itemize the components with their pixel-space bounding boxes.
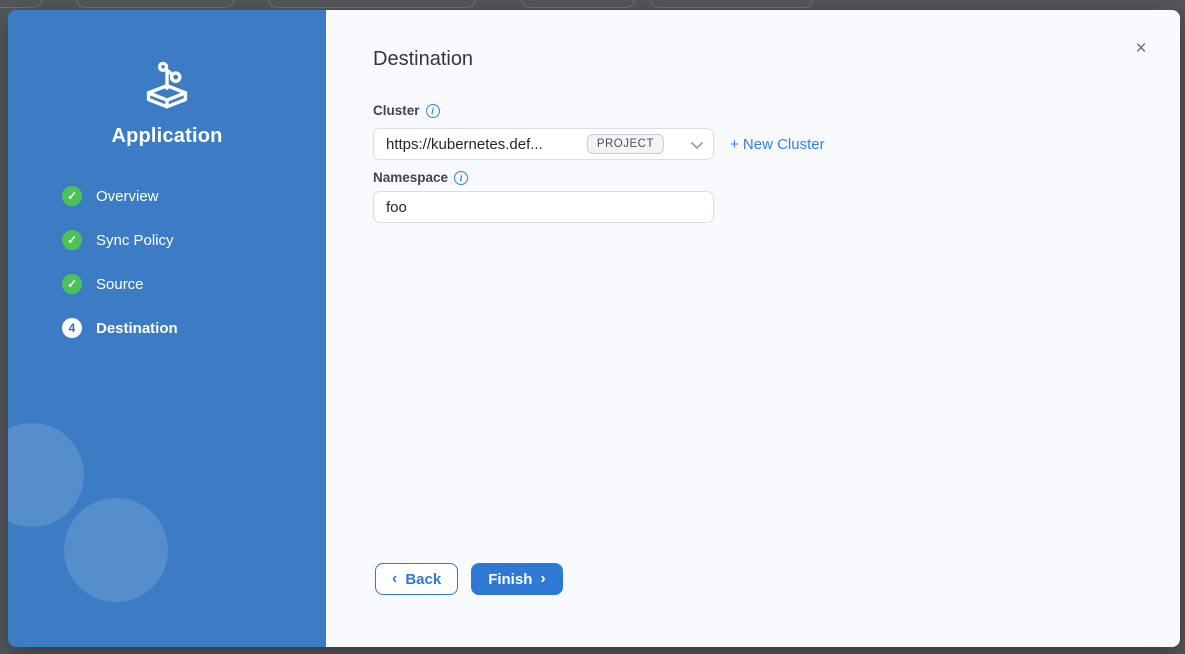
background-card-outline: [650, 0, 813, 8]
namespace-input[interactable]: [373, 191, 714, 223]
page-title: Destination: [373, 48, 473, 71]
back-button-label: Back: [405, 571, 441, 588]
wizard-sidebar: Application ✓ Overview ✓ Sync Policy ✓ S…: [8, 10, 326, 647]
new-cluster-link[interactable]: + New Cluster: [730, 128, 825, 160]
namespace-label-row: Namespace i: [373, 170, 468, 185]
cluster-label-row: Cluster i: [373, 103, 440, 118]
chevron-right-icon: ›: [540, 571, 545, 587]
step-overview[interactable]: ✓ Overview: [62, 174, 316, 218]
chevron-left-icon: ‹: [392, 571, 397, 587]
namespace-label: Namespace: [373, 170, 448, 185]
application-wizard-modal: Application ✓ Overview ✓ Sync Policy ✓ S…: [8, 10, 1180, 647]
finish-button-label: Finish: [488, 571, 532, 588]
cluster-select[interactable]: https://kubernetes.def... PROJECT: [373, 128, 714, 160]
wizard-title: Application: [8, 125, 326, 148]
close-icon[interactable]: ×: [1132, 39, 1150, 57]
step-label: Destination: [96, 320, 178, 337]
wizard-buttons: ‹ Back Finish ›: [375, 563, 563, 595]
step-destination[interactable]: 4 Destination: [62, 306, 316, 350]
chevron-down-icon: [691, 136, 704, 149]
application-box-icon: [8, 60, 326, 110]
background-card-outline: [0, 0, 42, 8]
background-card-outline: [268, 0, 476, 8]
info-icon[interactable]: i: [454, 171, 468, 185]
back-button[interactable]: ‹ Back: [375, 563, 458, 595]
finish-button[interactable]: Finish ›: [471, 563, 563, 595]
destination-panel: × Destination Cluster i https://kubernet…: [326, 10, 1180, 647]
step-complete-icon: ✓: [62, 230, 82, 250]
cluster-value: https://kubernetes.def...: [386, 136, 587, 153]
project-badge: PROJECT: [587, 134, 664, 154]
background-card-outline: [76, 0, 234, 8]
step-complete-icon: ✓: [62, 274, 82, 294]
step-label: Source: [96, 276, 144, 293]
step-label: Sync Policy: [96, 232, 174, 249]
info-icon[interactable]: i: [426, 104, 440, 118]
step-label: Overview: [96, 188, 159, 205]
step-complete-icon: ✓: [62, 186, 82, 206]
step-source[interactable]: ✓ Source: [62, 262, 316, 306]
step-sync-policy[interactable]: ✓ Sync Policy: [62, 218, 316, 262]
step-number-icon: 4: [62, 318, 82, 338]
cluster-label: Cluster: [373, 103, 420, 118]
background-card-outline: [521, 0, 635, 8]
wizard-steps: ✓ Overview ✓ Sync Policy ✓ Source 4: [62, 174, 316, 350]
